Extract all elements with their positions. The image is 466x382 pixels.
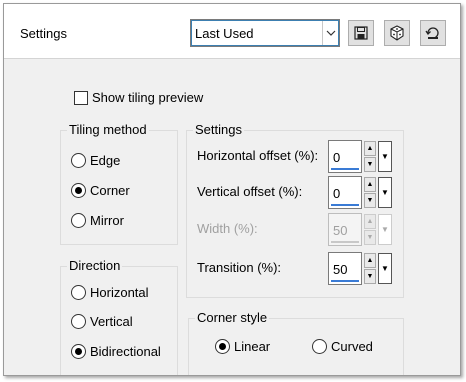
settings-dialog: Settings Last Used Show tiling preview T… (3, 3, 461, 376)
spinner-value: 50 (333, 223, 348, 238)
radio-linear[interactable]: Linear (215, 339, 270, 354)
preset-dropdown[interactable]: Last Used (190, 19, 340, 47)
width-input: 50 (328, 213, 362, 246)
horizontal-offset-input[interactable]: 0 (328, 140, 362, 173)
radio-horizontal[interactable]: Horizontal (71, 285, 149, 300)
transition-spinner[interactable]: 50 ▲ ▼ ▼ (328, 252, 392, 286)
show-tiling-preview-checkbox[interactable]: Show tiling preview (74, 90, 203, 105)
corner-style-group: Corner style Linear Curved (188, 310, 404, 375)
checkbox-box[interactable] (74, 90, 88, 105)
slider-dropdown-icon[interactable]: ▼ (378, 141, 392, 172)
radio-bidirectional[interactable]: Bidirectional (71, 344, 161, 359)
radio-label: Horizontal (90, 285, 149, 300)
spinner-value: 50 (333, 262, 348, 277)
radio-edge[interactable]: Edge (71, 153, 120, 168)
slider-dropdown-icon[interactable]: ▼ (378, 253, 392, 284)
radio-button[interactable] (71, 344, 86, 359)
direction-group: Direction Horizontal Vertical Bidirectio… (60, 258, 178, 375)
settings-group: Settings Horizontal offset (%): 0 ▲ ▼ ▼ … (186, 122, 404, 298)
direction-title: Direction (67, 258, 123, 273)
spin-up-icon: ▲ (364, 214, 376, 229)
radio-button[interactable] (71, 153, 86, 168)
width-label: Width (%): (197, 221, 258, 236)
radio-label: Linear (234, 339, 271, 354)
spinner-value: 0 (333, 186, 341, 201)
spin-up-icon[interactable]: ▲ (364, 177, 376, 192)
randomize-button[interactable] (384, 20, 410, 46)
radio-corner[interactable]: Corner (71, 183, 130, 198)
radio-button[interactable] (312, 339, 327, 354)
radio-button[interactable] (71, 314, 86, 329)
radio-label: Vertical (90, 314, 133, 329)
radio-vertical[interactable]: Vertical (71, 314, 133, 329)
radio-label: Bidirectional (90, 344, 161, 359)
vertical-offset-input[interactable]: 0 (328, 176, 362, 209)
spin-down-icon[interactable]: ▼ (364, 193, 376, 208)
reset-icon (425, 27, 439, 39)
radio-button[interactable] (71, 285, 86, 300)
tiling-method-title: Tiling method (67, 122, 149, 137)
slider-dropdown-icon: ▼ (378, 214, 392, 245)
spin-down-icon[interactable]: ▼ (364, 269, 376, 284)
settings-group-title: Settings (193, 122, 244, 137)
vertical-offset-label: Vertical offset (%): (197, 184, 303, 199)
radio-label: Curved (331, 339, 373, 354)
transition-label: Transition (%): (197, 260, 282, 275)
width-spinner: 50 ▲ ▼ ▼ (328, 213, 392, 247)
radio-mirror[interactable]: Mirror (71, 213, 124, 228)
spin-down-icon: ▼ (364, 230, 376, 245)
radio-button[interactable] (215, 339, 230, 354)
save-preset-button[interactable] (348, 20, 374, 46)
header-bar: Settings Last Used (4, 4, 460, 59)
horizontal-offset-spinner[interactable]: 0 ▲ ▼ ▼ (328, 140, 392, 174)
radio-label: Edge (90, 153, 121, 168)
transition-input[interactable]: 50 (328, 252, 362, 285)
spin-down-icon[interactable]: ▼ (364, 157, 376, 172)
tiling-method-group: Tiling method Edge Corner Mirror (60, 122, 178, 245)
spin-up-icon[interactable]: ▲ (364, 141, 376, 156)
radio-button[interactable] (71, 213, 86, 228)
spin-up-icon[interactable]: ▲ (364, 253, 376, 268)
settings-content: Show tiling preview Tiling method Edge C… (4, 60, 460, 375)
show-tiling-preview-label: Show tiling preview (92, 90, 204, 105)
slider-dropdown-icon[interactable]: ▼ (378, 177, 392, 208)
reset-button[interactable] (420, 20, 446, 46)
radio-curved[interactable]: Curved (312, 339, 373, 354)
radio-label: Mirror (90, 213, 124, 228)
preset-value: Last Used (195, 26, 254, 41)
horizontal-offset-label: Horizontal offset (%): (197, 148, 319, 163)
header-title: Settings (20, 26, 67, 41)
radio-button[interactable] (71, 183, 86, 198)
corner-style-title: Corner style (195, 310, 270, 325)
vertical-offset-spinner[interactable]: 0 ▲ ▼ ▼ (328, 176, 392, 210)
radio-label: Corner (90, 183, 130, 198)
save-icon (354, 26, 368, 40)
chevron-down-icon[interactable] (322, 21, 338, 45)
spinner-value: 0 (333, 150, 341, 165)
dice-icon (390, 25, 404, 41)
